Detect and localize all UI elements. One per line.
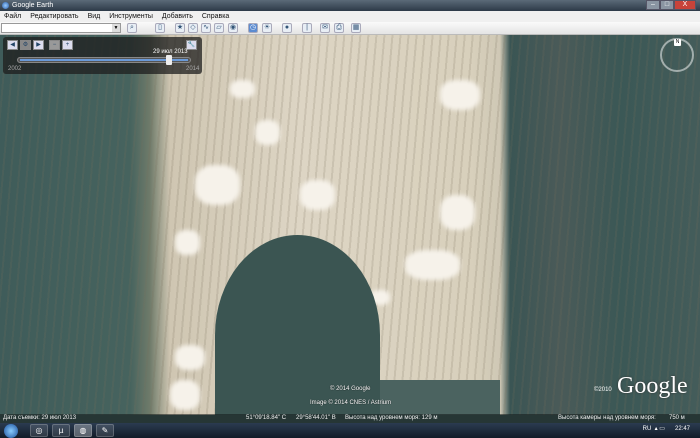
timeline-end-year: 2014 — [186, 66, 200, 72]
title-bar: Google Earth – □ X — [0, 0, 700, 11]
toolbar: ▼ ⌕ ▯ ★ ◇ ∿ ▱ ◉ ◷ ☀ ● | ✉ ⎙ ▦ — [0, 22, 700, 35]
maximize-button[interactable]: □ — [660, 0, 674, 10]
menu-help[interactable]: Справка — [202, 11, 229, 22]
taskbar: ◎ µ ◍ ✎ RU ▴ ▭ 22:47 — [0, 423, 700, 438]
minimize-button[interactable]: – — [646, 0, 660, 10]
close-button[interactable]: X — [674, 0, 696, 10]
language-indicator[interactable]: RU — [643, 426, 652, 432]
menu-bar: Файл Редактировать Вид Инструменты Добав… — [0, 11, 700, 22]
dropdown-arrow-icon[interactable]: ▼ — [112, 24, 120, 32]
copyright-year: ©2010 — [594, 387, 612, 393]
maps-icon[interactable]: ▦ — [351, 23, 361, 33]
historical-imagery-icon[interactable]: ◷ — [248, 23, 258, 33]
google-earth-task-icon[interactable]: ◍ — [74, 424, 92, 437]
elevation: Высота над уровнем моря: 129 м — [345, 415, 438, 421]
status-bar: Дата съемки: 29 июл 2013 51°09'18.84" С … — [0, 414, 700, 423]
menu-add[interactable]: Добавить — [162, 11, 193, 22]
menu-file[interactable]: Файл — [4, 11, 21, 22]
planets-icon[interactable]: ● — [282, 23, 292, 33]
capture-date: Дата съемки: 29 июл 2013 — [3, 415, 77, 421]
zoom-in-time-button[interactable]: + — [62, 40, 73, 50]
chrome-icon[interactable]: ◎ — [30, 424, 48, 437]
overlay-icon[interactable]: ▱ — [214, 23, 224, 33]
clock[interactable]: 22:47 — [675, 426, 690, 432]
window-title: Google Earth — [12, 2, 54, 9]
timeline-slider[interactable] — [17, 57, 191, 63]
copyright-imagery: Image © 2014 CNES / Astrium — [310, 400, 392, 406]
system-tray: RU ▴ ▭ 22:47 — [642, 426, 690, 432]
search-input[interactable]: ▼ — [1, 23, 121, 33]
google-logo: Google — [617, 373, 688, 399]
paint-icon[interactable]: ✎ — [96, 424, 114, 437]
satellite-map[interactable] — [0, 35, 700, 415]
previous-button[interactable]: ◀ — [7, 40, 18, 50]
sidebar-icon[interactable]: ▯ — [155, 23, 165, 33]
start-button[interactable] — [4, 424, 18, 438]
polygon-icon[interactable]: ◇ — [188, 23, 198, 33]
menu-edit[interactable]: Редактировать — [30, 11, 78, 22]
timeline-start-year: 2002 — [8, 66, 22, 72]
print-icon[interactable]: ⎙ — [334, 23, 344, 33]
timeline-slider-thumb[interactable] — [166, 55, 172, 65]
eye-altitude-label: Высота камеры над уровнем моря: — [558, 415, 656, 421]
placemark-icon[interactable]: ★ — [175, 23, 185, 33]
sun-icon[interactable]: ☀ — [262, 23, 272, 33]
longitude: 29°58'44.01" В — [296, 415, 336, 421]
email-icon[interactable]: ✉ — [320, 23, 330, 33]
zoom-out-time-button[interactable]: − — [49, 40, 60, 50]
ruler-icon[interactable]: | — [302, 23, 312, 33]
latitude: 51°09'18.84" С — [246, 415, 287, 421]
navigation-compass[interactable]: N — [660, 38, 694, 72]
play-settings-button[interactable]: ⚙ — [20, 40, 31, 50]
north-icon[interactable]: N — [674, 39, 681, 46]
next-button[interactable]: ▶ — [33, 40, 44, 50]
search-icon[interactable]: ⌕ — [127, 23, 137, 33]
menu-view[interactable]: Вид — [88, 11, 101, 22]
eye-altitude: 750 м — [669, 415, 685, 421]
menu-tools[interactable]: Инструменты — [109, 11, 153, 22]
utorrent-icon[interactable]: µ — [52, 424, 70, 437]
copyright-google: © 2014 Google — [330, 386, 371, 392]
google-earth-logo-icon — [2, 2, 9, 9]
path-icon[interactable]: ∿ — [201, 23, 211, 33]
tour-icon[interactable]: ◉ — [228, 23, 238, 33]
historical-imagery-panel: ◀ ⚙ ▶ − + 🔧 29 июл 2013 2002 2014 — [3, 37, 202, 74]
